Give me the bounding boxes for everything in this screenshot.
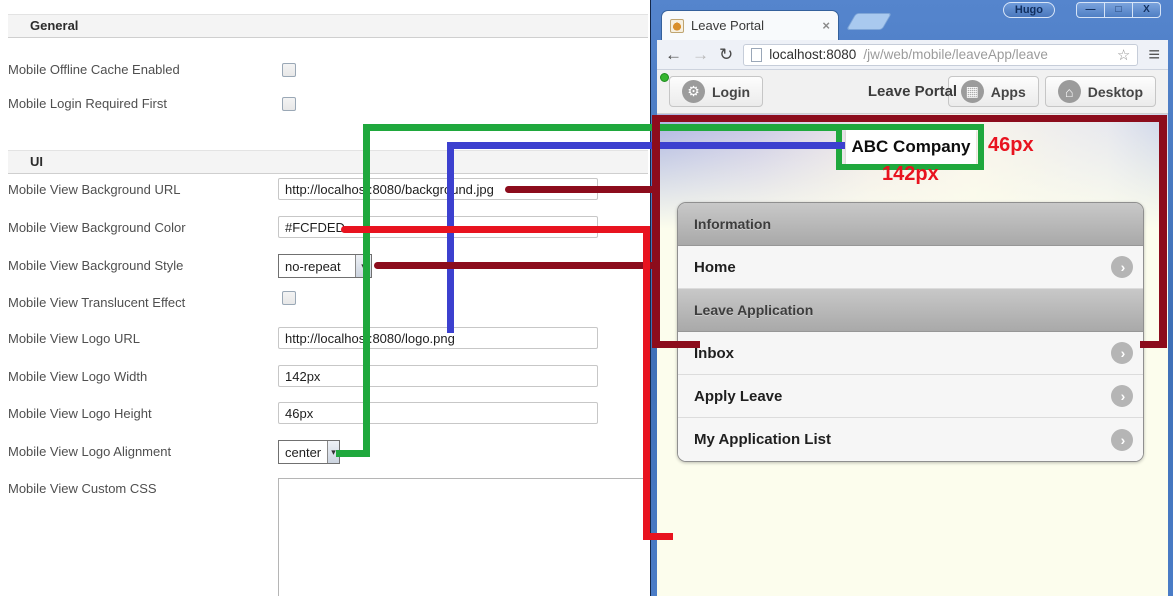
menu-item-home[interactable]: Home ›	[678, 246, 1143, 289]
maroon-line-bg-style	[374, 262, 660, 269]
login-required-label: Mobile Login Required First	[8, 96, 167, 111]
screen: General Mobile Offline Cache Enabled Mob…	[0, 0, 1173, 596]
browser-menu-icon[interactable]: ≡	[1148, 45, 1160, 65]
blue-line-vertical	[447, 142, 454, 333]
page-icon	[751, 47, 763, 62]
browser-tab[interactable]: Leave Portal ×	[661, 10, 839, 40]
maroon-frame-right	[1159, 115, 1167, 348]
green-line-foot	[336, 450, 370, 457]
maroon-frame-top	[652, 115, 1167, 122]
login-label: Login	[712, 83, 751, 100]
titlebar[interactable]: Leave Portal × Hugo — □ X	[651, 0, 1173, 40]
chevron-right-icon: ›	[1111, 385, 1133, 407]
tab-close-icon[interactable]: ×	[822, 18, 830, 33]
close-button[interactable]: X	[1132, 2, 1161, 18]
green-line-horizontal	[363, 124, 836, 131]
logo-alignment-select[interactable]: center ▾	[278, 440, 340, 464]
menu-item-my-application-list[interactable]: My Application List ›	[678, 418, 1143, 461]
menu-item-apply-leave[interactable]: Apply Leave ›	[678, 375, 1143, 418]
logo-url-label: Mobile View Logo URL	[8, 331, 140, 346]
custom-css-textarea[interactable]	[278, 478, 658, 596]
maroon-frame-right-foot	[1140, 341, 1167, 348]
browser-window: Leave Portal × Hugo — □ X ← → ↻ localhos…	[650, 0, 1173, 596]
bg-style-value: no-repeat	[285, 258, 341, 274]
header-right-buttons: ▦ Apps ⌂ Desktop	[947, 76, 1156, 107]
url-path: /jw/web/mobile/leaveApp/leave	[863, 47, 1048, 62]
logo-url-input[interactable]	[278, 327, 598, 349]
logo-height-label: Mobile View Logo Height	[8, 406, 152, 421]
forward-icon[interactable]: →	[692, 46, 709, 63]
logo-width-annotation: 142px	[882, 163, 939, 185]
custom-css-label: Mobile View Custom CSS	[8, 481, 157, 496]
maximize-button[interactable]: □	[1104, 2, 1133, 18]
mobile-view: ABC Company Information Home › Leave App…	[657, 114, 1168, 596]
gear-icon: ⚙	[682, 80, 705, 103]
new-tab-button[interactable]	[846, 13, 892, 30]
logo-alignment-value: center	[285, 444, 322, 460]
chevron-right-icon: ›	[1111, 428, 1133, 451]
menu-header-leave-application: Leave Application	[678, 289, 1143, 332]
minimize-button[interactable]: —	[1076, 2, 1105, 18]
translucent-checkbox[interactable]	[282, 291, 296, 305]
blue-line-horizontal	[447, 142, 845, 149]
logo-alignment-label: Mobile View Logo Alignment	[8, 444, 172, 459]
back-icon[interactable]: ←	[665, 46, 682, 63]
menu-list: Information Home › Leave Application Inb…	[677, 202, 1144, 462]
logo-height-annotation: 46px	[988, 134, 1034, 156]
maroon-line-bg-url	[505, 186, 660, 193]
chevron-right-icon: ›	[1111, 342, 1133, 364]
section-header-ui: UI	[8, 150, 648, 174]
tab-title: Leave Portal	[691, 18, 764, 33]
red-line-vertical	[643, 226, 650, 540]
menu-item-inbox[interactable]: Inbox ›	[678, 332, 1143, 375]
bookmark-star-icon[interactable]: ☆	[1117, 46, 1130, 64]
login-button[interactable]: ⚙ Login	[669, 76, 764, 107]
offline-cache-label: Mobile Offline Cache Enabled	[8, 62, 180, 77]
bg-style-select[interactable]: no-repeat ▾	[278, 254, 372, 278]
desktop-button[interactable]: ⌂ Desktop	[1044, 76, 1156, 107]
apps-label: Apps	[990, 83, 1026, 100]
logo-width-input[interactable]	[278, 365, 598, 387]
bg-color-label: Mobile View Background Color	[8, 220, 186, 235]
app-header: Leave Portal ⚙ Login ▦ Apps ⌂ Desktop	[657, 70, 1168, 114]
address-bar[interactable]: localhost:8080 /jw/web/mobile/leaveApp/l…	[743, 43, 1139, 66]
logo-height-input[interactable]	[278, 402, 598, 424]
maroon-frame-left	[652, 115, 660, 348]
chevron-right-icon: ›	[1111, 256, 1133, 278]
tab-favicon-icon	[670, 18, 684, 33]
status-dot	[660, 73, 669, 82]
maroon-frame-left-foot	[652, 341, 700, 348]
translucent-label: Mobile View Translucent Effect	[8, 295, 186, 310]
url-host: localhost:8080	[769, 47, 857, 62]
bg-style-label: Mobile View Background Style	[8, 258, 184, 273]
logo-width-label: Mobile View Logo Width	[8, 369, 148, 384]
offline-cache-checkbox[interactable]	[282, 63, 296, 77]
apps-button[interactable]: ▦ Apps	[947, 76, 1039, 107]
window-controls: — □ X	[1076, 2, 1161, 18]
grid-icon: ▦	[960, 80, 984, 103]
red-line-foot	[643, 533, 673, 540]
login-required-checkbox[interactable]	[282, 97, 296, 111]
desktop-label: Desktop	[1087, 83, 1143, 100]
section-header-general: General	[8, 14, 648, 38]
profile-button[interactable]: Hugo	[1002, 2, 1055, 18]
red-line-horizontal	[341, 226, 650, 233]
green-line-vertical	[363, 124, 370, 457]
browser-toolbar: ← → ↻ localhost:8080 /jw/web/mobile/leav…	[657, 40, 1168, 70]
reload-icon[interactable]: ↻	[719, 46, 733, 63]
menu-header-information: Information	[678, 203, 1143, 246]
home-icon: ⌂	[1057, 80, 1081, 103]
bg-url-label: Mobile View Background URL	[8, 182, 181, 197]
